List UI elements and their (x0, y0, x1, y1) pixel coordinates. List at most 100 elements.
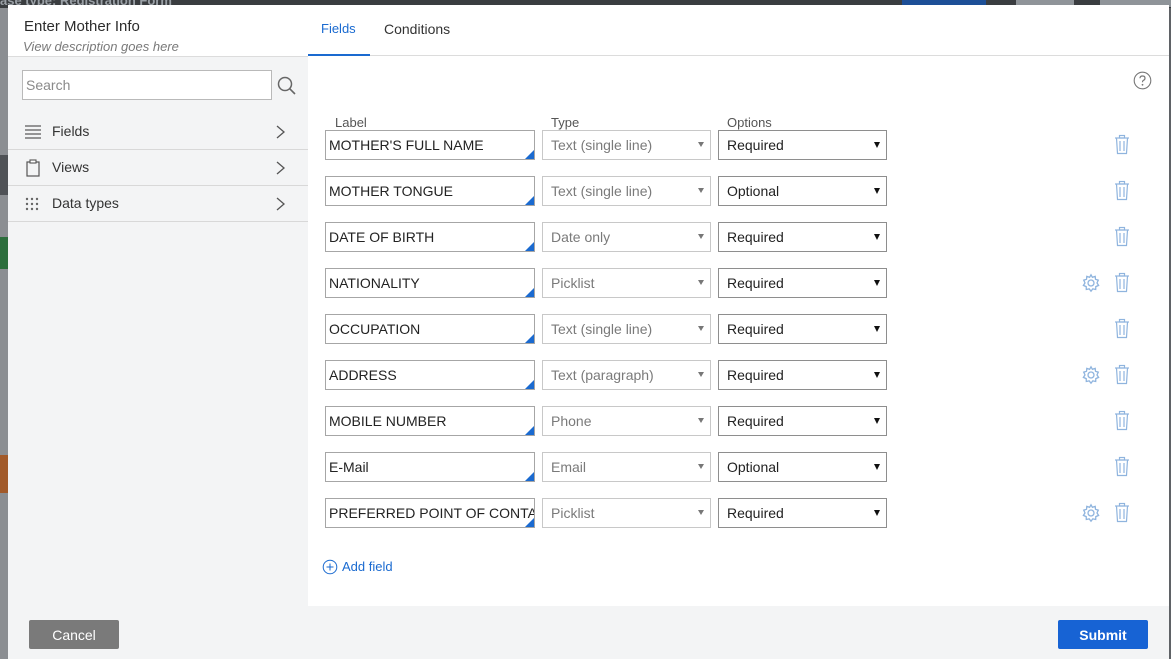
caret-down-icon (874, 372, 880, 378)
field-label-input[interactable]: MOTHER'S FULL NAME (325, 130, 535, 160)
caret-down-icon (874, 234, 880, 240)
chevron-right-icon (274, 197, 286, 211)
field-type-select[interactable]: Phone (542, 406, 711, 436)
resize-corner-icon (525, 518, 534, 527)
gear-icon[interactable] (1081, 273, 1101, 293)
field-type-select[interactable]: Text (paragraph) (542, 360, 711, 390)
field-option-select[interactable]: Required (718, 498, 887, 528)
caret-down-icon (698, 510, 704, 515)
modal-footer: Cancel Submit (8, 606, 1169, 659)
caret-down-icon (698, 372, 704, 377)
trash-icon[interactable] (1114, 272, 1130, 293)
caret-down-icon (698, 280, 704, 285)
background-sidebar-block (0, 237, 8, 269)
field-option-value: Required (727, 137, 784, 153)
caret-down-icon (698, 418, 704, 423)
tab-fields[interactable]: Fields (308, 5, 370, 56)
field-label-input[interactable]: MOBILE NUMBER (325, 406, 535, 436)
sidebar-item-label: Fields (52, 123, 90, 139)
column-header-type: Type (551, 115, 580, 130)
field-row: MOBILE NUMBER Phone Required (308, 406, 1169, 436)
field-type-value: Picklist (551, 275, 595, 291)
field-label-input[interactable]: MOTHER TONGUE (325, 176, 535, 206)
field-type-value: Text (paragraph) (551, 367, 654, 383)
trash-icon[interactable] (1114, 318, 1130, 339)
field-row: NATIONALITY Picklist Required (308, 268, 1169, 298)
field-label-input[interactable]: ADDRESS (325, 360, 535, 390)
field-type-value: Email (551, 459, 587, 475)
field-option-value: Required (727, 229, 784, 245)
resize-corner-icon (525, 288, 534, 297)
submit-button[interactable]: Submit (1058, 620, 1148, 649)
sidebar-item-views[interactable]: Views (8, 150, 308, 186)
field-option-value: Optional (727, 459, 780, 475)
field-option-select[interactable]: Required (718, 314, 887, 344)
trash-icon[interactable] (1114, 410, 1130, 431)
trash-icon[interactable] (1114, 502, 1130, 523)
field-label-text: DATE OF BIRTH (329, 229, 435, 245)
field-option-select[interactable]: Optional (718, 176, 887, 206)
field-row: MOTHER'S FULL NAME Text (single line) Requ… (308, 130, 1169, 160)
field-type-select[interactable]: Text (single line) (542, 130, 711, 160)
caret-down-icon (874, 464, 880, 470)
field-label-input[interactable]: DATE OF BIRTH (325, 222, 535, 252)
search-icon[interactable] (276, 75, 298, 97)
view-description[interactable]: View description goes here (23, 39, 179, 54)
field-option-value: Required (727, 505, 784, 521)
caret-down-icon (874, 142, 880, 148)
field-type-select[interactable]: Text (single line) (542, 314, 711, 344)
field-option-select[interactable]: Required (718, 406, 887, 436)
field-label-text: E-Mail (329, 459, 369, 475)
cancel-button[interactable]: Cancel (29, 620, 119, 649)
search-input[interactable] (22, 70, 272, 100)
field-option-value: Optional (727, 183, 780, 199)
tab-conditions[interactable]: Conditions (384, 5, 450, 56)
field-type-select[interactable]: Email (542, 452, 711, 482)
field-row: OCCUPATION Text (single line) Required (308, 314, 1169, 344)
field-type-value: Text (single line) (551, 321, 653, 337)
field-type-select[interactable]: Text (single line) (542, 176, 711, 206)
help-icon[interactable] (1133, 71, 1152, 90)
field-option-select[interactable]: Required (718, 360, 887, 390)
trash-icon[interactable] (1114, 456, 1130, 477)
trash-icon[interactable] (1114, 226, 1130, 247)
field-type-value: Text (single line) (551, 183, 653, 199)
field-type-select[interactable]: Picklist (542, 268, 711, 298)
background-sidebar-block (0, 155, 8, 195)
background-app-sidebar (0, 8, 8, 659)
sidebar-item-data-types[interactable]: Data types (8, 186, 308, 222)
field-type-value: Date only (551, 229, 611, 245)
resize-corner-icon (525, 242, 534, 251)
caret-down-icon (698, 142, 704, 147)
field-option-select[interactable]: Required (718, 268, 887, 298)
trash-icon[interactable] (1114, 180, 1130, 201)
column-header-options: Options (727, 115, 772, 130)
field-option-select[interactable]: Optional (718, 452, 887, 482)
field-label-input[interactable]: OCCUPATION (325, 314, 535, 344)
field-label-input[interactable]: E-Mail (325, 452, 535, 482)
resize-corner-icon (525, 472, 534, 481)
sidebar-item-fields[interactable]: Fields (8, 114, 308, 150)
resize-corner-icon (525, 196, 534, 205)
list-icon (24, 123, 42, 141)
field-label-input[interactable]: NATIONALITY (325, 268, 535, 298)
field-type-select[interactable]: Date only (542, 222, 711, 252)
field-label-text: PREFERRED POINT OF CONTACT (329, 505, 535, 521)
field-option-select[interactable]: Required (718, 222, 887, 252)
gear-icon[interactable] (1081, 365, 1101, 385)
field-type-select[interactable]: Picklist (542, 498, 711, 528)
trash-icon[interactable] (1114, 364, 1130, 385)
gear-icon[interactable] (1081, 503, 1101, 523)
field-label-input[interactable]: PREFERRED POINT OF CONTACT (325, 498, 535, 528)
caret-down-icon (874, 418, 880, 424)
clipboard-icon (24, 159, 42, 177)
field-option-select[interactable]: Required (718, 130, 887, 160)
caret-down-icon (698, 188, 704, 193)
caret-down-icon (698, 464, 704, 469)
field-option-value: Required (727, 367, 784, 383)
view-title[interactable]: Enter Mother Info (24, 18, 140, 35)
sidebar-item-label: Data types (52, 195, 119, 211)
background-sidebar-block (0, 455, 8, 493)
plus-circle-icon (322, 559, 338, 575)
trash-icon[interactable] (1114, 134, 1130, 155)
